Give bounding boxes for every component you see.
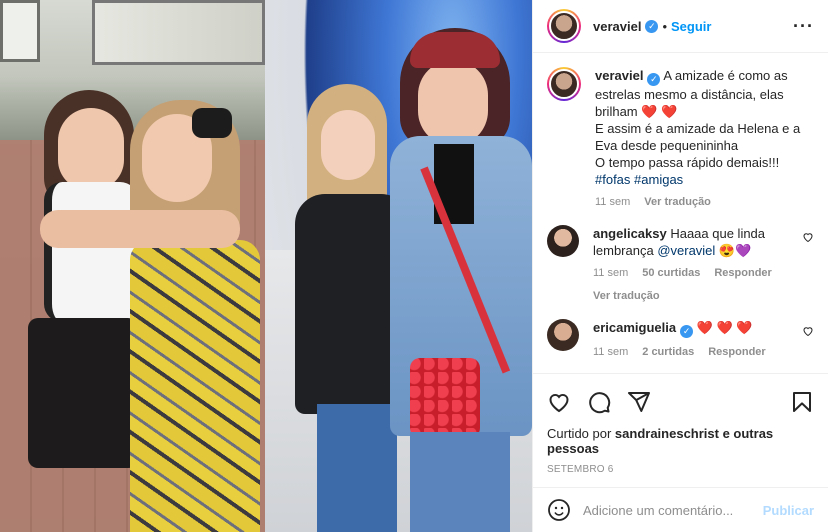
caption-time[interactable]: 11 sem	[595, 194, 630, 211]
heart-icon[interactable]	[547, 390, 571, 414]
follow-button[interactable]: Seguir	[671, 19, 711, 34]
publish-button[interactable]: Publicar	[763, 503, 814, 518]
comment-time[interactable]: 11 sem	[593, 344, 628, 361]
hashtag-link[interactable]: #amigas	[634, 172, 683, 187]
header-username[interactable]: veraviel	[593, 19, 641, 34]
post-sidebar: veraviel ✓ • Seguir ··· veraviel ✓ A amiz…	[532, 0, 828, 532]
post-date[interactable]: SETEMBRO 6	[547, 464, 814, 475]
post-media[interactable]	[0, 0, 532, 532]
likes-summary: Curtido por sandraineschrist e outras pe…	[547, 426, 774, 456]
verified-icon: ✓	[680, 325, 694, 338]
avatar[interactable]	[547, 319, 579, 351]
translate-link[interactable]: Ver tradução	[644, 194, 711, 211]
photo-left-childhood	[0, 0, 265, 532]
comment-input[interactable]	[583, 502, 763, 518]
comments-list[interactable]: veraviel ✓ A amizade é como as estrelas m…	[533, 53, 828, 373]
comment-text: ❤️ ❤️ ❤️	[693, 320, 753, 335]
verified-icon: ✓	[645, 19, 659, 33]
share-icon[interactable]	[627, 390, 651, 414]
comment-emoji: 😍💜	[715, 243, 752, 258]
reply-button[interactable]: Responder	[708, 344, 765, 361]
caption-text: A amizade é como as estrelas mesmo a dis…	[595, 68, 801, 170]
add-comment-bar: Publicar	[533, 487, 828, 532]
comment-item: angelicaksy Haaaa que linda lembrança @v…	[547, 225, 814, 305]
translate-link[interactable]: Ver tradução	[593, 288, 796, 305]
bookmark-icon[interactable]	[790, 390, 814, 414]
comment-username[interactable]: ericamiguelia	[593, 320, 676, 335]
hashtag-link[interactable]: #fofas	[595, 172, 630, 187]
girl-figure	[390, 28, 532, 532]
comment-likes[interactable]: 50 curtidas	[642, 265, 700, 282]
liker-username[interactable]: sandraineschrist	[615, 426, 719, 441]
post-actions: Curtido por sandraineschrist e outras pe…	[533, 373, 828, 487]
mention-link[interactable]: @veraviel	[657, 243, 715, 258]
comment-username[interactable]: angelicaksy	[593, 226, 667, 241]
caption: veraviel ✓ A amizade é como as estrelas m…	[547, 67, 814, 211]
comment-likes[interactable]: 2 curtidas	[642, 344, 694, 361]
avatar[interactable]	[547, 67, 581, 101]
more-options-icon[interactable]: ···	[793, 16, 814, 37]
comment-icon[interactable]	[587, 390, 611, 414]
heart-icon[interactable]	[802, 325, 814, 337]
verified-icon: ✓	[647, 73, 661, 86]
comment-time[interactable]: 11 sem	[593, 265, 628, 282]
caption-username[interactable]: veraviel	[595, 68, 643, 83]
reply-button[interactable]: Responder	[714, 265, 771, 282]
avatar[interactable]	[547, 9, 581, 43]
heart-icon[interactable]	[802, 231, 814, 243]
photo-right-recent	[265, 0, 532, 532]
instagram-post: veraviel ✓ • Seguir ··· veraviel ✓ A amiz…	[0, 0, 828, 532]
girl-figure	[120, 100, 260, 532]
emoji-icon[interactable]	[547, 498, 571, 522]
post-header: veraviel ✓ • Seguir ···	[533, 0, 828, 53]
hashtags: #fofas #amigas	[595, 171, 814, 188]
comment-item: ericamiguelia ✓ ❤️ ❤️ ❤️ 11 sem 2 curtida…	[547, 319, 814, 361]
avatar[interactable]	[547, 225, 579, 257]
separator-dot: •	[662, 18, 667, 34]
